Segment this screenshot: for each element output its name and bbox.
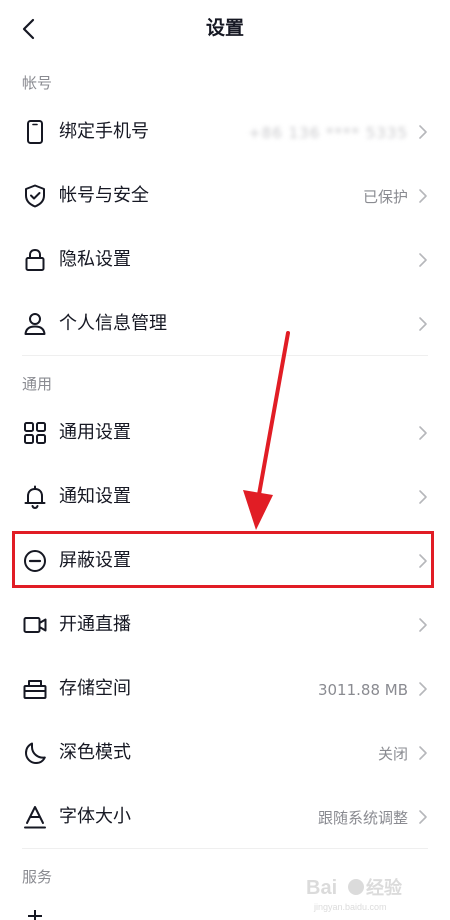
grid-icon (22, 420, 48, 446)
chevron-right-icon (418, 681, 428, 697)
row-label: 存储空间 (59, 678, 131, 699)
phone-icon (22, 119, 48, 145)
row-label: 通用设置 (59, 422, 131, 443)
chevron-right-icon (418, 617, 428, 633)
row-value: 已保护 (362, 188, 408, 206)
person-icon (22, 311, 48, 337)
top-bar: 设置 (0, 0, 450, 56)
row-value: 跟随系统调整 (317, 809, 408, 827)
lock-icon (22, 247, 48, 273)
row-value: 3011.88 MB (317, 681, 408, 699)
section-label-service: 服务 (22, 868, 53, 886)
row-general-settings[interactable]: 通用设置 (0, 401, 450, 465)
row-account-security[interactable]: 帐号与安全 已保护 (0, 164, 450, 228)
font-size-icon (22, 804, 48, 830)
row-value: 关闭 (377, 745, 408, 763)
storage-icon (22, 676, 48, 702)
chevron-right-icon (418, 809, 428, 825)
section-label-account: 帐号 (22, 74, 53, 92)
row-font-size[interactable]: 字体大小 跟随系统调整 (0, 785, 450, 849)
chevron-right-icon (418, 553, 428, 569)
shield-check-icon (22, 183, 48, 209)
row-value: +86 136 **** 5335 (248, 124, 408, 142)
moon-icon (22, 740, 48, 766)
bell-icon (22, 484, 48, 510)
section-divider (22, 848, 428, 849)
video-camera-icon (22, 612, 48, 638)
chevron-right-icon (418, 745, 428, 761)
row-notification-settings[interactable]: 通知设置 (0, 465, 450, 529)
row-label: 帐号与安全 (59, 185, 149, 206)
row-label: 深色模式 (59, 742, 131, 763)
svg-text:jingyan.baidu.com: jingyan.baidu.com (313, 902, 387, 912)
chevron-right-icon (418, 124, 428, 140)
section-divider (22, 355, 428, 356)
row-privacy-settings[interactable]: 隐私设置 (0, 228, 450, 292)
svg-text:经验: 经验 (366, 877, 403, 898)
row-storage[interactable]: 存储空间 3011.88 MB (0, 657, 450, 721)
row-personal-info[interactable]: 个人信息管理 (0, 292, 450, 356)
row-block-settings[interactable]: 屏蔽设置 (0, 529, 450, 593)
row-label: 开通直播 (59, 614, 131, 635)
row-label: 绑定手机号 (59, 121, 149, 142)
row-start-live[interactable]: 开通直播 (0, 593, 450, 657)
row-bind-phone[interactable]: 绑定手机号 +86 136 **** 5335 (0, 100, 450, 164)
block-icon (22, 548, 48, 574)
row-label: 屏蔽设置 (59, 550, 131, 571)
chevron-right-icon (418, 188, 428, 204)
section-label-general: 通用 (22, 375, 53, 393)
chevron-right-icon (418, 316, 428, 332)
row-dark-mode[interactable]: 深色模式 关闭 (0, 721, 450, 785)
row-label: 个人信息管理 (59, 313, 167, 334)
service-first-row-icon (24, 908, 46, 920)
svg-text:Bai: Bai (306, 877, 337, 899)
row-label: 字体大小 (59, 806, 131, 827)
page-title: 设置 (205, 17, 244, 39)
row-label: 隐私设置 (59, 249, 131, 270)
row-label: 通知设置 (59, 486, 131, 507)
chevron-right-icon (418, 489, 428, 505)
chevron-right-icon (418, 425, 428, 441)
watermark-logo: Bai 经验 jingyan.baidu.com (302, 872, 422, 916)
chevron-right-icon (418, 252, 428, 268)
